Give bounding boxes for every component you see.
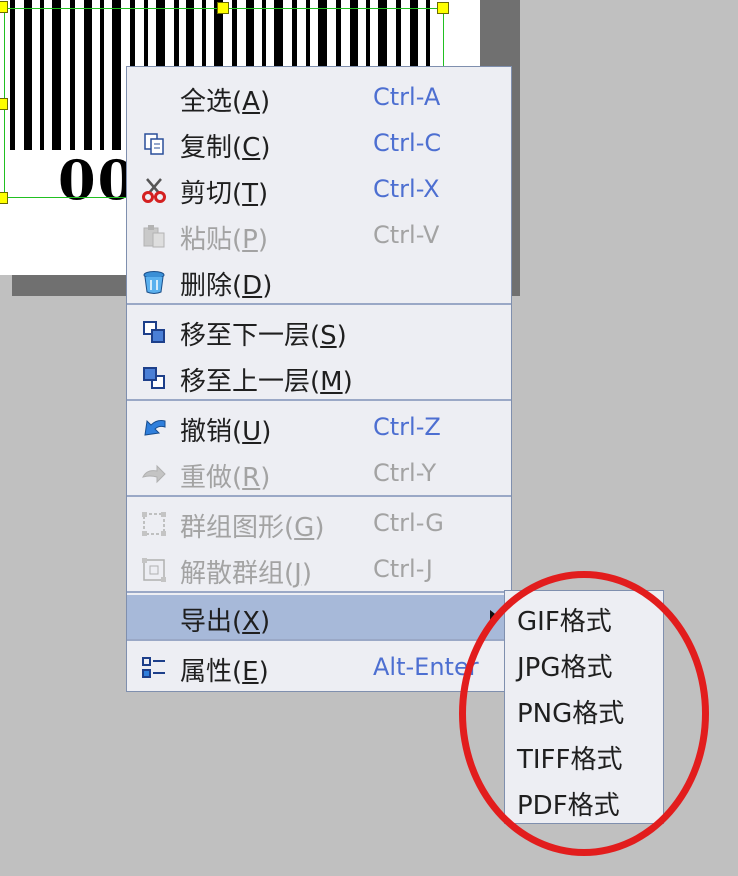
menu-item-send-backward[interactable]: 移至下一层(S)	[127, 309, 511, 353]
shortcut-label: Ctrl-C	[373, 129, 442, 157]
annotation-circle	[459, 571, 709, 856]
redo-icon	[141, 461, 167, 487]
shortcut-label: Ctrl-Z	[373, 413, 441, 441]
menu-item-copy[interactable]: 复制(C) Ctrl-C	[127, 121, 511, 165]
selection-handle[interactable]	[217, 2, 229, 14]
ungroup-icon	[141, 557, 167, 583]
menu-item-paste[interactable]: 粘贴(P) Ctrl-V	[127, 213, 511, 257]
menu-separator	[127, 591, 511, 593]
send-backward-icon	[141, 319, 167, 345]
context-menu: 全选(A) Ctrl-A 复制(C) Ctrl-C 剪切(T) Ctrl-X 粘…	[126, 66, 512, 692]
selection-handle[interactable]	[0, 192, 8, 204]
menu-item-properties[interactable]: 属性(E) Alt-Enter	[127, 645, 511, 689]
copy-icon	[141, 131, 167, 157]
selection-handle[interactable]	[0, 98, 8, 110]
menu-separator	[127, 303, 511, 305]
menu-item-export[interactable]: 导出(X)	[127, 595, 511, 639]
menu-item-delete[interactable]: 删除(D)	[127, 259, 511, 303]
paste-icon	[141, 223, 167, 249]
menu-item-cut[interactable]: 剪切(T) Ctrl-X	[127, 167, 511, 211]
menu-item-select-all[interactable]: 全选(A) Ctrl-A	[127, 75, 511, 119]
menu-item-group[interactable]: 群组图形(G) Ctrl-G	[127, 501, 511, 545]
shortcut-label: Ctrl-V	[373, 221, 440, 249]
undo-icon	[141, 415, 167, 441]
scissors-icon	[141, 177, 167, 203]
menu-separator	[127, 399, 511, 401]
shortcut-label: Ctrl-X	[373, 175, 440, 203]
menu-item-undo[interactable]: 撤销(U) Ctrl-Z	[127, 405, 511, 449]
shortcut-label: Ctrl-G	[373, 509, 444, 537]
selection-handle[interactable]	[437, 2, 449, 14]
menu-item-bring-forward[interactable]: 移至上一层(M)	[127, 355, 511, 399]
shortcut-label: Ctrl-J	[373, 555, 433, 583]
selection-handle[interactable]	[0, 1, 8, 13]
properties-icon	[141, 655, 167, 681]
menu-item-ungroup[interactable]: 解散群组(J) Ctrl-J	[127, 547, 511, 591]
shortcut-label: Ctrl-A	[373, 83, 441, 111]
menu-separator	[127, 639, 511, 641]
menu-separator	[127, 495, 511, 497]
trash-icon	[141, 269, 167, 295]
menu-item-redo[interactable]: 重做(R) Ctrl-Y	[127, 451, 511, 495]
shortcut-label: Ctrl-Y	[373, 459, 437, 487]
bring-forward-icon	[141, 365, 167, 391]
group-icon	[141, 511, 167, 537]
